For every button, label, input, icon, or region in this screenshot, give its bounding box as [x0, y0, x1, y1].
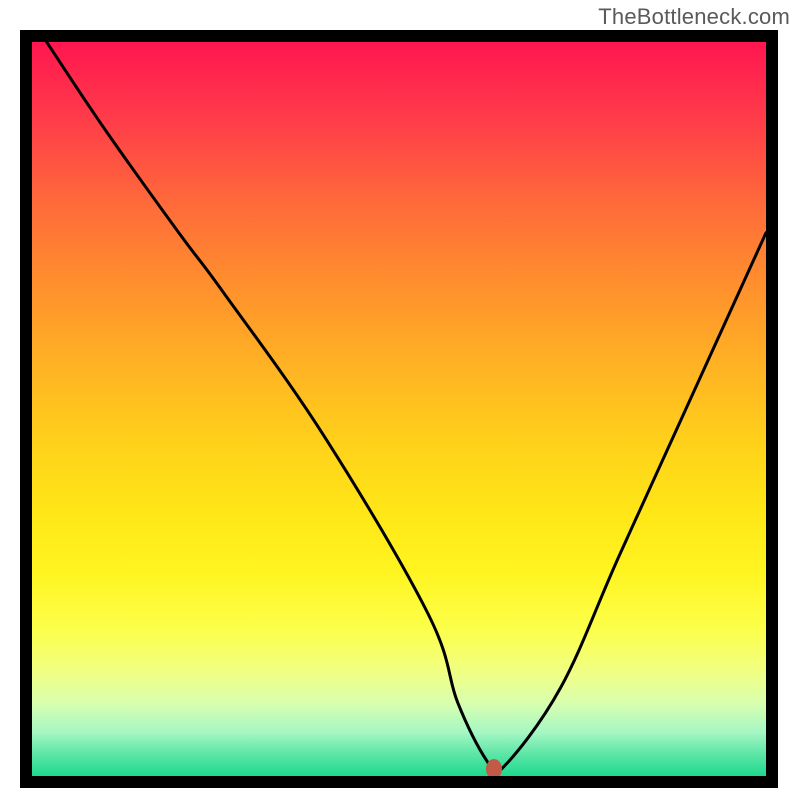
- chart-frame: [20, 30, 778, 788]
- chart-wrapper: TheBottleneck.com: [0, 0, 800, 800]
- chart-curve: [32, 42, 766, 776]
- watermark-text: TheBottleneck.com: [598, 4, 790, 30]
